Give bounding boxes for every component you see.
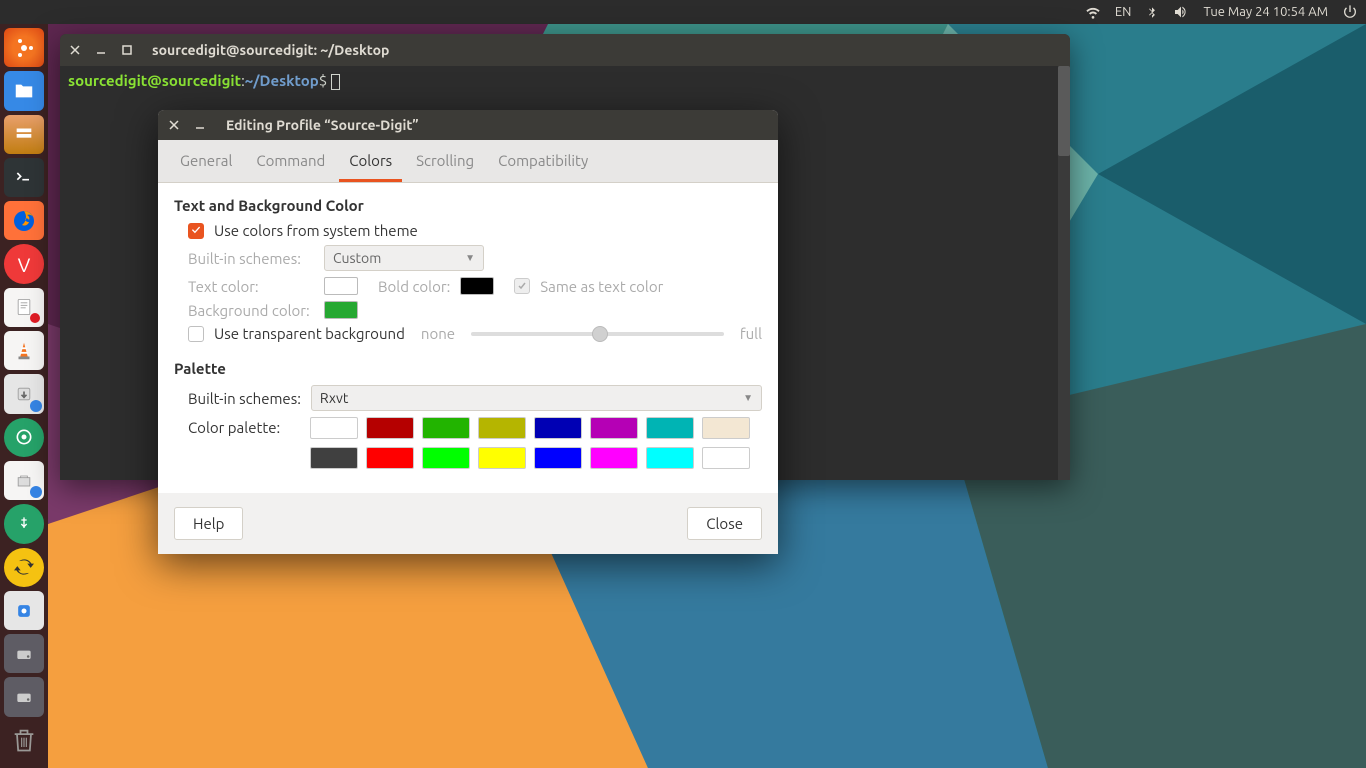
close-button[interactable]: Close [687,507,762,540]
minimize-icon[interactable] [194,119,206,131]
terminal-body[interactable]: sourcedigit@sourcedigit:~/Desktop$ [60,66,1070,96]
transparency-slider[interactable] [471,332,724,336]
language-indicator[interactable]: EN [1115,5,1132,19]
bg-color-well[interactable] [324,301,358,319]
section-text-bg: Text and Background Color [174,197,762,214]
vivaldi-icon[interactable]: V [4,244,44,283]
palette-cell[interactable] [646,447,694,469]
builtin-schemes-select[interactable]: Custom ▼ [324,245,484,271]
help-button[interactable]: Help [174,507,243,540]
builtin-schemes-label: Built-in schemes: [188,250,314,267]
clock[interactable]: Tue May 24 10:54 AM [1203,5,1328,19]
use-system-theme-label: Use colors from system theme [214,222,418,239]
top-panel: EN Tue May 24 10:54 AM [0,0,1366,24]
tab-compatibility[interactable]: Compatibility [488,140,598,182]
archive-manager-icon[interactable] [4,374,44,413]
slider-none-label: none [421,325,455,342]
same-as-text-label: Same as text color [540,278,663,295]
profile-dialog: Editing Profile “Source-Digit” General C… [158,110,778,554]
same-as-text-checkbox [514,278,530,294]
dialog-body: Text and Background Color Use colors fro… [158,183,778,493]
use-system-theme-checkbox[interactable] [188,223,204,239]
software-center-icon[interactable] [4,461,44,500]
launcher-dock: V [0,24,48,768]
palette-builtin-value: Rxvt [320,390,348,406]
firefox-icon[interactable] [4,201,44,240]
palette-cell[interactable] [534,417,582,439]
disk-icon[interactable] [4,677,44,716]
dialog-titlebar[interactable]: Editing Profile “Source-Digit” [158,110,778,140]
maximize-icon[interactable] [120,43,134,57]
tab-colors[interactable]: Colors [339,140,402,182]
dialog-footer: Help Close [158,493,778,554]
terminal-icon[interactable] [4,158,44,197]
prompt-user: sourcedigit@sourcedigit [68,72,241,89]
file-manager-icon[interactable] [4,115,44,154]
prompt-path: ~/Desktop [245,72,319,89]
vlc-icon[interactable] [4,331,44,370]
trash-icon[interactable] [4,721,44,760]
color-palette-label: Color palette: [188,417,300,436]
transparent-bg-label: Use transparent background [214,325,405,342]
settings-app-icon[interactable] [4,591,44,630]
usb-icon[interactable] [4,504,44,543]
files-icon[interactable] [4,71,44,110]
builtin-schemes-value: Custom [333,250,381,266]
palette-cell[interactable] [366,417,414,439]
terminal-scrollbar[interactable] [1058,66,1070,480]
minimize-icon[interactable] [94,43,108,57]
palette-cell[interactable] [590,447,638,469]
palette-builtin-select[interactable]: Rxvt ▼ [311,385,762,411]
bold-color-well[interactable] [460,277,494,295]
terminal-cursor [331,74,340,90]
close-icon[interactable] [68,43,82,57]
palette-cell[interactable] [702,447,750,469]
text-color-label: Text color: [188,278,314,295]
section-palette: Palette [174,360,762,377]
terminal-titlebar[interactable]: sourcedigit@sourcedigit: ~/Desktop [60,34,1070,66]
wifi-icon[interactable] [1085,4,1101,20]
palette-row-1 [310,417,750,439]
terminal-title: sourcedigit@sourcedigit: ~/Desktop [152,42,389,58]
chevron-down-icon: ▼ [465,252,475,264]
palette-cell[interactable] [310,447,358,469]
text-editor-icon[interactable] [4,288,44,327]
palette-builtin-label: Built-in schemes: [188,390,301,407]
palette-cell[interactable] [478,447,526,469]
tab-scrolling[interactable]: Scrolling [406,140,484,182]
palette-row-2 [310,447,750,469]
sync-icon[interactable] [4,548,44,587]
palette-cell[interactable] [702,417,750,439]
bold-color-label: Bold color: [378,278,450,295]
power-icon[interactable] [1342,4,1358,20]
chevron-down-icon: ▼ [743,392,753,404]
palette-cell[interactable] [422,417,470,439]
palette-cell[interactable] [422,447,470,469]
camera-icon[interactable] [4,418,44,457]
dash-icon[interactable] [4,28,44,67]
palette-cell[interactable] [646,417,694,439]
disk-icon[interactable] [4,634,44,673]
palette-cell[interactable] [366,447,414,469]
palette-cell[interactable] [590,417,638,439]
palette-cell[interactable] [478,417,526,439]
palette-cell[interactable] [310,417,358,439]
tab-general[interactable]: General [170,140,242,182]
volume-icon[interactable] [1173,4,1189,20]
bluetooth-icon[interactable] [1145,5,1159,19]
close-icon[interactable] [168,119,180,131]
dialog-title: Editing Profile “Source-Digit” [226,117,419,133]
text-color-well[interactable] [324,277,358,295]
slider-full-label: full [740,325,762,342]
dialog-tabs: General Command Colors Scrolling Compati… [158,140,778,183]
transparent-bg-checkbox[interactable] [188,326,204,342]
bg-color-label: Background color: [188,302,314,319]
tab-command[interactable]: Command [246,140,335,182]
palette-cell[interactable] [534,447,582,469]
prompt-symbol: $ [319,72,327,89]
